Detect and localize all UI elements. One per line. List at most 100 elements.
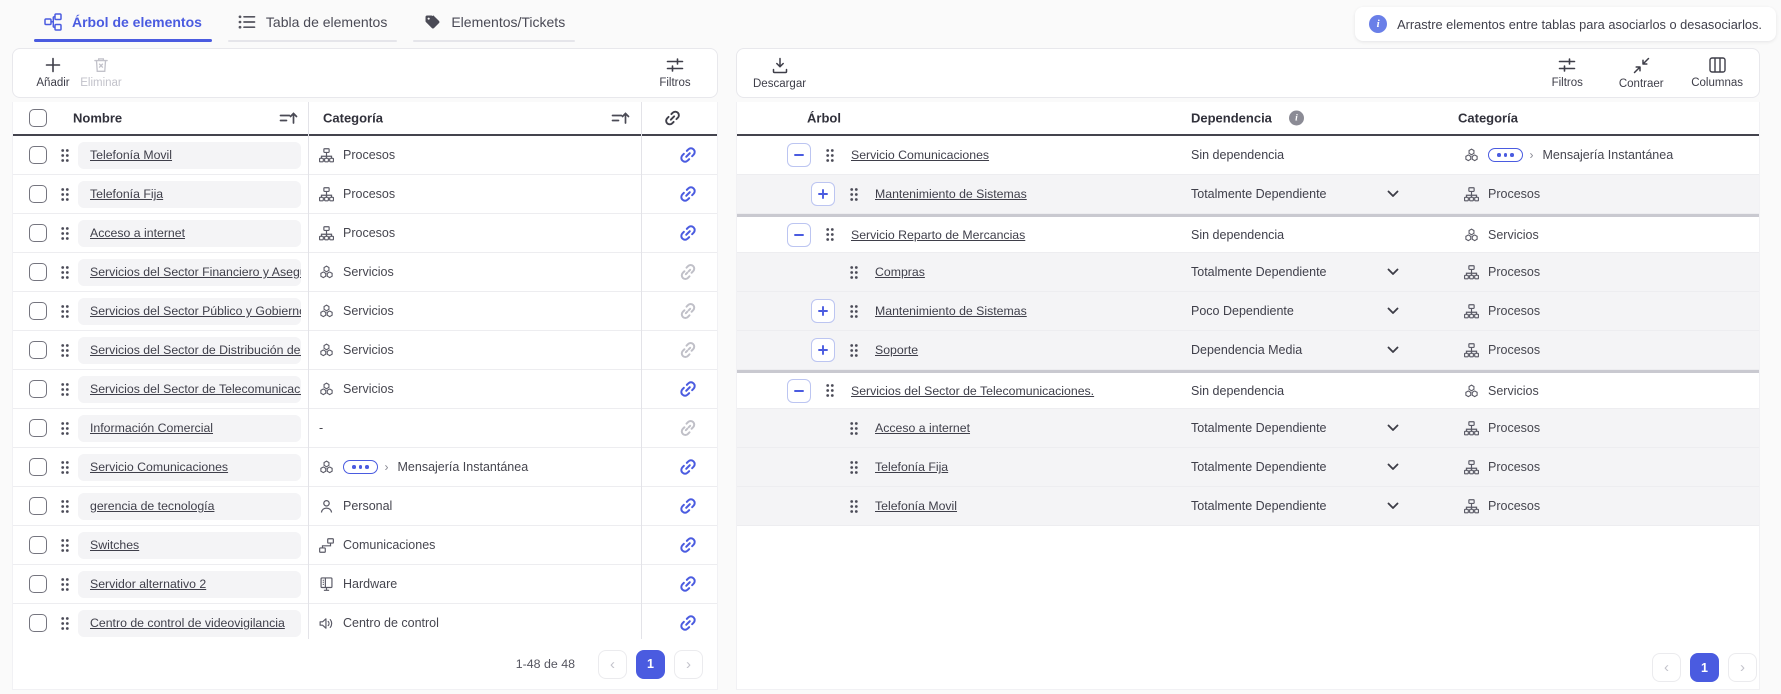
drag-handle-icon[interactable] — [60, 304, 70, 319]
element-name-link[interactable]: Servidor alternativo 2 — [90, 577, 206, 591]
element-name-link[interactable]: Telefonía Movil — [875, 499, 957, 513]
unlink-icon[interactable] — [659, 340, 717, 360]
element-name-link[interactable]: Servicios del Sector de Telecomunicacion… — [851, 384, 1094, 398]
page-1-button[interactable]: 1 — [636, 650, 665, 679]
link-icon[interactable] — [659, 613, 717, 633]
element-name-link[interactable]: Mantenimiento de Sistemas — [875, 304, 1027, 318]
drag-handle-icon[interactable] — [60, 226, 70, 241]
link-icon[interactable] — [659, 574, 717, 594]
element-name-link[interactable]: Servicios del Sector Financiero y Asegur… — [90, 265, 301, 279]
link-icon[interactable] — [659, 223, 717, 243]
next-page-button[interactable]: › — [1728, 653, 1757, 682]
dependency-chevron-down-icon[interactable] — [1387, 190, 1399, 198]
left-filters-button[interactable]: Filtros — [651, 57, 699, 89]
unlink-icon[interactable] — [659, 262, 717, 282]
dependency-chevron-down-icon[interactable] — [1387, 307, 1399, 315]
drag-handle-icon[interactable] — [60, 616, 70, 631]
category-overflow-pill[interactable] — [1488, 148, 1523, 162]
tab-elementos-tickets[interactable]: Elementos/Tickets — [413, 0, 575, 44]
dependency-chevron-down-icon[interactable] — [1387, 463, 1399, 471]
drag-handle-icon[interactable] — [60, 148, 70, 163]
collapse-node-button[interactable] — [787, 379, 811, 403]
columns-button[interactable]: Columnas — [1691, 57, 1743, 90]
prev-page-button[interactable]: ‹ — [598, 650, 627, 679]
row-checkbox[interactable] — [29, 302, 47, 320]
element-name-link[interactable]: Telefonía Movil — [90, 148, 172, 162]
expand-node-button[interactable] — [811, 182, 835, 206]
row-checkbox[interactable] — [29, 146, 47, 164]
element-name-link[interactable]: Servicios del Sector de Telecomunicacion… — [90, 382, 301, 396]
element-name-link[interactable]: Información Comercial — [90, 421, 213, 435]
drag-handle-icon[interactable] — [60, 382, 70, 397]
collapse-node-button[interactable] — [787, 223, 811, 247]
row-checkbox[interactable] — [29, 380, 47, 398]
dependency-chevron-down-icon[interactable] — [1387, 502, 1399, 510]
drag-handle-icon[interactable] — [849, 499, 859, 514]
row-checkbox[interactable] — [29, 497, 47, 515]
row-checkbox[interactable] — [29, 224, 47, 242]
drag-handle-icon[interactable] — [849, 187, 859, 202]
drag-handle-icon[interactable] — [849, 304, 859, 319]
link-icon[interactable] — [659, 184, 717, 204]
expand-node-button[interactable] — [811, 299, 835, 323]
element-name-link[interactable]: Centro de control de videovigilancia — [90, 616, 285, 630]
download-button[interactable]: Descargar — [753, 57, 806, 90]
element-name-link[interactable]: Switches — [90, 538, 139, 552]
right-filters-button[interactable]: Filtros — [1543, 57, 1591, 90]
add-button[interactable]: Añadir — [29, 57, 77, 89]
link-icon[interactable] — [659, 535, 717, 555]
element-name-link[interactable]: Compras — [875, 265, 925, 279]
drag-handle-icon[interactable] — [825, 383, 835, 398]
drag-handle-icon[interactable] — [849, 421, 859, 436]
drag-handle-icon[interactable] — [849, 343, 859, 358]
element-name-link[interactable]: gerencia de tecnología — [90, 499, 214, 513]
expand-node-button[interactable] — [811, 338, 835, 362]
collapse-node-button[interactable] — [787, 143, 811, 167]
prev-page-button[interactable]: ‹ — [1652, 653, 1681, 682]
element-name-link[interactable]: Servicios del Sector de Distribución de … — [90, 343, 301, 357]
drag-handle-icon[interactable] — [60, 460, 70, 475]
element-name-link[interactable]: Soporte — [875, 343, 918, 357]
drag-handle-icon[interactable] — [849, 460, 859, 475]
row-checkbox[interactable] — [29, 341, 47, 359]
drag-handle-icon[interactable] — [849, 265, 859, 280]
link-icon[interactable] — [659, 145, 717, 165]
dependency-chevron-down-icon[interactable] — [1387, 346, 1399, 354]
row-checkbox[interactable] — [29, 536, 47, 554]
next-page-button[interactable]: › — [674, 650, 703, 679]
row-checkbox[interactable] — [29, 575, 47, 593]
unlink-icon[interactable] — [659, 301, 717, 321]
sort-categoria-icon[interactable] — [611, 111, 630, 125]
element-name-link[interactable]: Acceso a internet — [875, 421, 970, 435]
link-icon[interactable] — [659, 496, 717, 516]
delete-button[interactable]: Eliminar — [77, 57, 125, 89]
drag-handle-icon[interactable] — [60, 265, 70, 280]
row-checkbox[interactable] — [29, 614, 47, 632]
drag-handle-icon[interactable] — [825, 227, 835, 242]
dependency-chevron-down-icon[interactable] — [1387, 424, 1399, 432]
tab-tabla-de-elementos[interactable]: Tabla de elementos — [228, 0, 397, 44]
link-icon[interactable] — [659, 379, 717, 399]
select-all-checkbox[interactable] — [29, 109, 47, 127]
sort-nombre-icon[interactable] — [279, 111, 298, 125]
drag-handle-icon[interactable] — [60, 499, 70, 514]
row-checkbox[interactable] — [29, 185, 47, 203]
link-icon[interactable] — [659, 457, 717, 477]
element-name-link[interactable]: Servicio Comunicaciones — [851, 148, 989, 162]
drag-handle-icon[interactable] — [60, 421, 70, 436]
element-name-link[interactable]: Telefonía Fija — [90, 187, 163, 201]
drag-handle-icon[interactable] — [60, 343, 70, 358]
drag-handle-icon[interactable] — [825, 148, 835, 163]
element-name-link[interactable]: Servicio Comunicaciones — [90, 460, 228, 474]
drag-handle-icon[interactable] — [60, 538, 70, 553]
element-name-link[interactable]: Acceso a internet — [90, 226, 185, 240]
element-name-link[interactable]: Servicios del Sector Público y Gobierno. — [90, 304, 301, 318]
row-checkbox[interactable] — [29, 458, 47, 476]
drag-handle-icon[interactable] — [60, 577, 70, 592]
row-checkbox[interactable] — [29, 419, 47, 437]
element-name-link[interactable]: Telefonía Fija — [875, 460, 948, 474]
drag-handle-icon[interactable] — [60, 187, 70, 202]
element-name-link[interactable]: Mantenimiento de Sistemas — [875, 187, 1027, 201]
category-overflow-pill[interactable] — [343, 460, 378, 474]
collapse-all-button[interactable]: Contraer — [1617, 57, 1665, 90]
